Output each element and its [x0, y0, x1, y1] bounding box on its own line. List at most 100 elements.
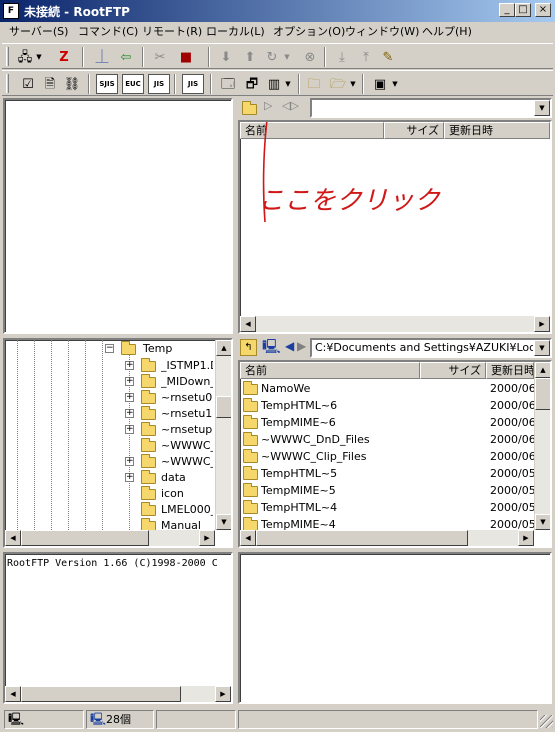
server-list-panel[interactable] — [3, 98, 233, 334]
menu-local[interactable]: ローカル(L) — [206, 24, 265, 40]
scroll-left-button[interactable]: ◀ — [5, 686, 21, 702]
chevron-down-icon[interactable]: ▼ — [390, 74, 400, 94]
chevron-down-icon[interactable]: ▼ — [34, 47, 44, 67]
scroll-right-button[interactable]: ▶ — [534, 316, 550, 332]
title-bar[interactable]: F 未接続 - RootFTP _ □ × — [0, 0, 555, 22]
folder-connect-icon[interactable]: ⇦ — [116, 47, 136, 67]
local-path-combo[interactable]: C:¥Documents and Settings¥AZUKI¥Local ▼ — [310, 338, 552, 358]
local-col-date[interactable]: 更新日時 — [486, 362, 534, 379]
file-row[interactable]: TempHTML~5 2000/05 — [240, 465, 534, 482]
expand-icon[interactable]: + — [125, 409, 134, 418]
edit-icon[interactable]: ✎ — [378, 47, 398, 67]
computer-icon[interactable]: 🖳 — [262, 339, 281, 355]
file-row[interactable]: ~WWWC_Clip_Files 2000/06 — [240, 448, 534, 465]
menu-options[interactable]: オプション(O) — [273, 24, 345, 40]
stop-icon[interactable]: ■ — [176, 47, 196, 67]
jis-convert-button[interactable]: JIS — [182, 74, 204, 94]
network-icon[interactable]: ⏊ — [92, 47, 112, 67]
chevron-down-icon[interactable]: ▼ — [282, 47, 292, 67]
document-icon[interactable]: 🗎 — [40, 74, 60, 94]
local-hscrollbar[interactable]: ◀ ▶ — [240, 530, 534, 546]
resize-grip[interactable] — [540, 715, 553, 728]
expand-icon[interactable]: + — [125, 361, 134, 370]
scroll-down-button[interactable]: ▼ — [216, 514, 231, 530]
scroll-left-button[interactable]: ◀ — [240, 316, 256, 332]
forward-arrow-icon[interactable]: ▷ — [264, 99, 272, 112]
link-icon[interactable]: ⛓ — [62, 74, 82, 94]
ftp-app-icon[interactable]: F — [3, 3, 19, 19]
scroll-thumb[interactable] — [535, 378, 550, 410]
file-row[interactable]: ~WWWC_DnD_Files 2000/06 — [240, 431, 534, 448]
move-down-icon[interactable]: ⤓ — [332, 47, 352, 67]
menu-remote[interactable]: リモート(R) — [142, 24, 202, 40]
minimize-button[interactable]: _ — [499, 3, 515, 17]
scroll-right-button[interactable]: ▶ — [215, 686, 231, 702]
close-button[interactable]: × — [535, 3, 551, 17]
sjis-button[interactable]: SJIS — [96, 74, 118, 94]
cancel-icon[interactable]: ⊗ — [300, 47, 320, 67]
file-row[interactable]: TempMIME~6 2000/06 — [240, 414, 534, 431]
expand-icon[interactable]: + — [125, 473, 134, 482]
download-icon[interactable]: ⬇ — [216, 47, 236, 67]
toolbar-grip[interactable] — [6, 47, 9, 66]
scroll-up-button[interactable]: ▲ — [216, 340, 231, 356]
chevron-down-icon[interactable]: ▼ — [348, 74, 358, 94]
expand-icon[interactable]: + — [125, 393, 134, 402]
menu-command[interactable]: コマンド(C) — [78, 24, 138, 40]
euc-button[interactable]: EUC — [122, 74, 144, 94]
maximize-button[interactable]: □ — [515, 3, 531, 17]
local-file-list[interactable]: 名前 サイズ 更新日時 NamoWe 2000/06 TempHTML~6 2000/… — [238, 360, 552, 548]
tree-hscrollbar[interactable]: ◀ ▶ — [5, 530, 215, 546]
jis-button[interactable]: JIS — [148, 74, 170, 94]
window-icon[interactable]: 🗔 — [218, 74, 238, 94]
scroll-left-button[interactable]: ◀ — [5, 530, 21, 546]
expand-icon[interactable]: + — [125, 377, 134, 386]
remote-hscrollbar[interactable]: ◀ ▶ — [240, 316, 550, 332]
folder-icon[interactable] — [242, 101, 257, 115]
chevron-down-icon[interactable]: ▼ — [534, 100, 550, 116]
expand-icon[interactable]: + — [125, 457, 134, 466]
menu-window[interactable]: ウィンドウ(W) — [345, 24, 419, 40]
move-up-icon[interactable]: ⤒ — [356, 47, 376, 67]
remote-path-combo[interactable]: ▼ — [310, 98, 552, 118]
transfer-panel[interactable] — [238, 552, 552, 704]
upload-icon[interactable]: ⬆ — [240, 47, 260, 67]
toolbar-grip[interactable] — [6, 74, 9, 93]
new-folder-icon[interactable]: 🗀 — [304, 74, 324, 94]
layout-icon[interactable]: ▥ — [264, 74, 284, 94]
forward-icon[interactable]: ▶ — [297, 339, 306, 353]
file-row[interactable]: NamoWe 2000/06 — [240, 380, 534, 397]
log-hscrollbar[interactable]: ◀ ▶ — [5, 686, 231, 702]
back-icon[interactable]: ◀ — [285, 339, 294, 353]
scroll-left-button[interactable]: ◀ — [240, 530, 256, 546]
chevron-down-icon[interactable]: ▼ — [534, 340, 550, 356]
view-options-icon[interactable]: ▣ — [370, 74, 390, 94]
local-col-name[interactable]: 名前 — [240, 362, 420, 379]
disconnect-icon[interactable]: Z — [54, 47, 74, 67]
scroll-right-button[interactable]: ▶ — [199, 530, 215, 546]
remote-file-list[interactable]: 名前 サイズ 更新日時 ここをクリック ◀ ▶ — [238, 120, 552, 334]
connect-server-icon[interactable]: 🖧 — [15, 47, 35, 67]
menu-server[interactable]: サーバー(S) — [9, 24, 68, 40]
folder-options-icon[interactable]: 🗁 — [328, 74, 348, 94]
refresh-icon[interactable]: ↻ — [262, 47, 282, 67]
cut-icon[interactable]: ✂ — [150, 47, 170, 67]
scroll-thumb[interactable] — [21, 530, 149, 546]
scroll-thumb[interactable] — [256, 530, 468, 546]
file-row[interactable]: TempHTML~6 2000/06 — [240, 397, 534, 414]
collapse-icon[interactable]: − — [105, 344, 114, 353]
log-panel[interactable]: RootFTP Version 1.66 (C)1998-2000 Coma ◀… — [3, 552, 233, 704]
local-folder-tree[interactable]: − Temp + _ISTMP1.DI + _MIDown_ + ~rnsetu0 + ~rn… — [3, 338, 233, 548]
tree-vscrollbar[interactable]: ▲ ▼ — [215, 340, 231, 530]
scroll-right-button[interactable]: ▶ — [518, 530, 534, 546]
scroll-thumb[interactable] — [21, 686, 181, 702]
expand-icon[interactable]: + — [125, 425, 134, 434]
local-col-size[interactable]: サイズ — [420, 362, 486, 379]
menu-help[interactable]: ヘルプ(H) — [422, 24, 472, 40]
window-tile-icon[interactable]: 🗗 — [242, 74, 262, 94]
scroll-thumb[interactable] — [216, 396, 231, 418]
back-forward-icon[interactable]: ◁▷ — [282, 99, 299, 112]
scroll-up-button[interactable]: ▲ — [535, 362, 550, 378]
checklist-icon[interactable]: ☑ — [18, 74, 38, 94]
parent-folder-icon[interactable]: ↰ — [240, 339, 257, 356]
